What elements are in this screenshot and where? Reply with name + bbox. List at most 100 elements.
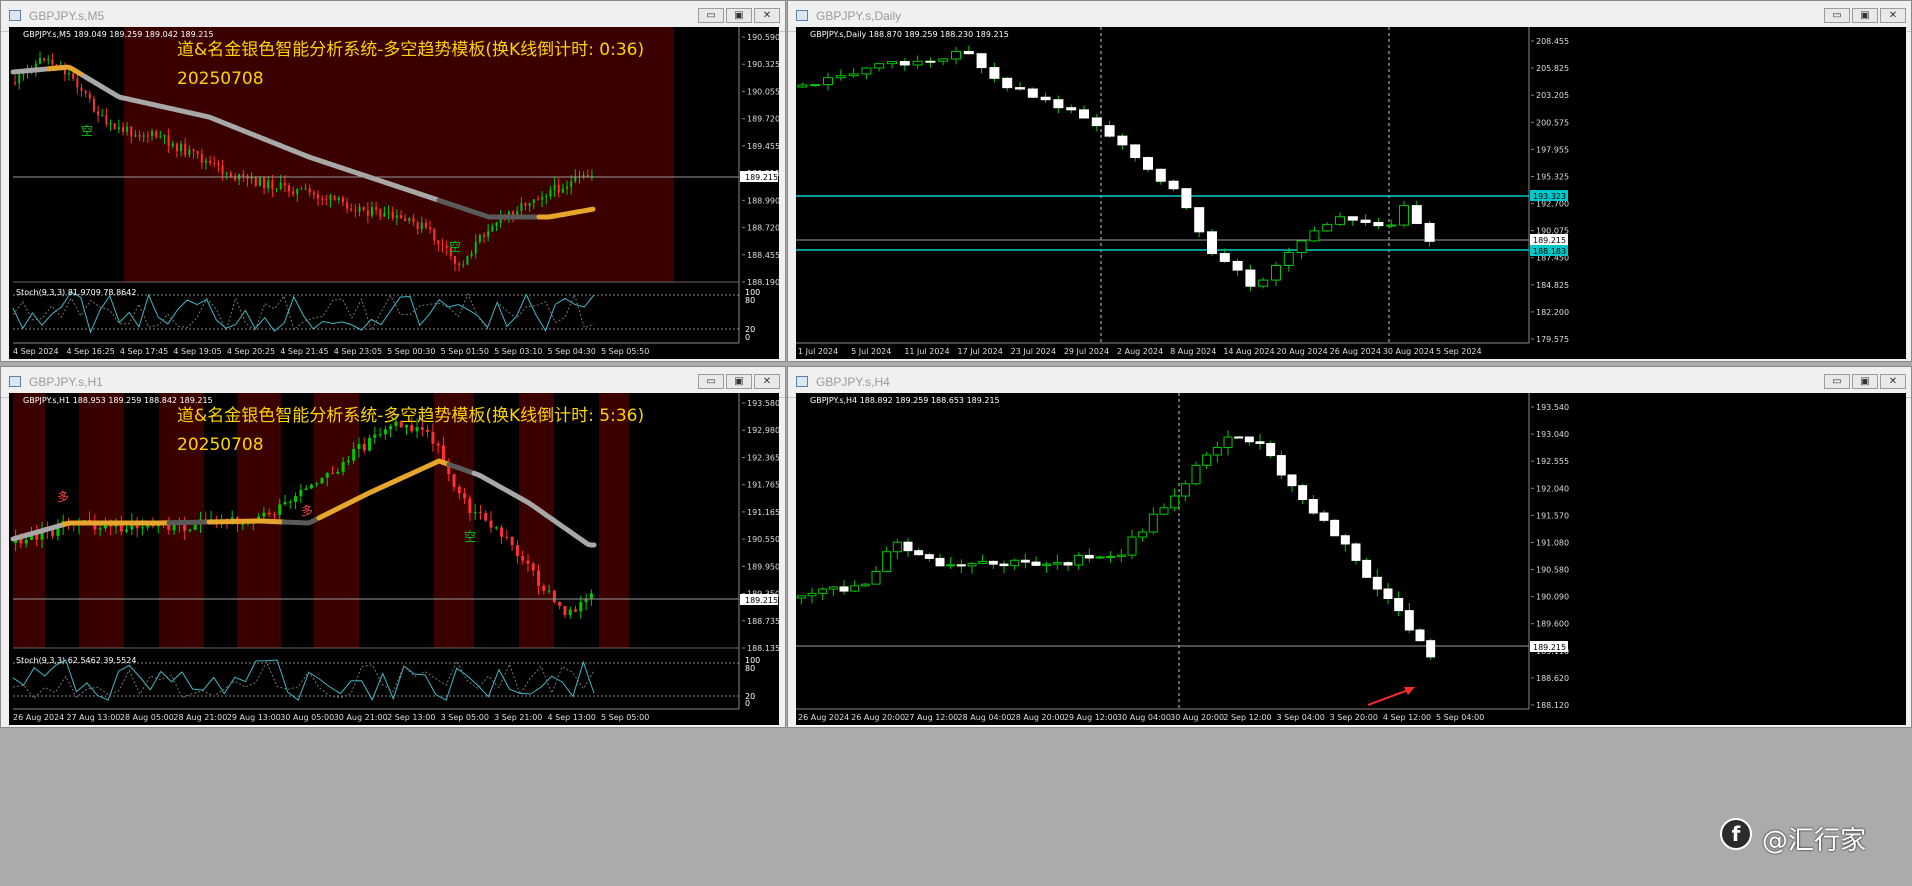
- price-tick-label: 188.190: [747, 278, 779, 287]
- candle-body: [346, 460, 350, 462]
- candle-body: [1232, 260, 1243, 271]
- candle-body: [1322, 223, 1333, 232]
- candle-body: [1258, 279, 1269, 287]
- candle-body: [1411, 205, 1422, 224]
- candle-body: [358, 206, 361, 212]
- close-button[interactable]: ✕: [1880, 8, 1906, 23]
- close-button[interactable]: ✕: [754, 374, 780, 389]
- candle-body: [72, 73, 75, 79]
- time-tick-label: 2 Sep 13:00: [387, 713, 435, 722]
- candle-body: [204, 160, 207, 163]
- current-price-label: 189.215: [1533, 643, 1566, 652]
- candle-body: [14, 82, 17, 84]
- restore-button[interactable]: ▣: [726, 8, 752, 23]
- candle-body: [84, 90, 87, 94]
- candle-body: [1053, 99, 1064, 109]
- candle-body: [312, 192, 315, 195]
- candle-body: [76, 78, 79, 88]
- candle-body: [1091, 117, 1102, 127]
- candle-body: [43, 57, 46, 60]
- candle-body: [549, 190, 552, 196]
- stoch-level-80-label: 80: [745, 664, 755, 673]
- candle-body: [167, 135, 170, 147]
- candle-body: [553, 184, 556, 191]
- candle-body: [1170, 495, 1180, 509]
- candle-body: [292, 191, 295, 195]
- red-arrow: [1367, 688, 1412, 706]
- candle-body: [452, 474, 456, 487]
- candle-body: [105, 114, 108, 125]
- time-tick-label: 28 Aug 04:00: [958, 713, 1012, 722]
- price-tick-label: 190.325: [747, 60, 779, 69]
- candle-body: [823, 77, 833, 86]
- candle-body: [329, 195, 332, 200]
- candle-body: [140, 527, 144, 529]
- candle-body: [254, 177, 257, 186]
- minimize-button[interactable]: ▭: [698, 8, 724, 23]
- chart-window-h4[interactable]: GBPJPY.s,H4 ▭ ▣ ✕ GBPJPY.s,H4 188.892 18…: [787, 366, 1912, 728]
- chart-plot-area[interactable]: GBPJPY.s,H4 188.892 189.259 188.653 189.…: [796, 393, 1906, 725]
- h4-chart-svg: GBPJPY.s,H4 188.892 189.259 188.653 189.…: [796, 393, 1569, 722]
- candle-body: [431, 431, 435, 444]
- time-tick-label: 4 Sep 2024: [13, 347, 59, 356]
- candle-body: [484, 513, 488, 521]
- chart-window-daily[interactable]: GBPJPY.s,Daily ▭ ▣ ✕ GBPJPY.s,Daily 188.…: [787, 0, 1912, 362]
- chart-plot-area[interactable]: GBPJPY.s,H1 188.953 189.259 188.842 189.…: [9, 393, 779, 725]
- candle-body: [1255, 441, 1265, 444]
- candle-body: [1191, 464, 1201, 485]
- chart-window-m5[interactable]: GBPJPY.s,M5 ▭ ▣ ✕ GBPJPY.s,M5 189.049 18…: [0, 0, 786, 362]
- candle-body: [415, 427, 419, 432]
- candle-body: [109, 123, 112, 125]
- candle-body: [1234, 436, 1244, 439]
- candle-body: [524, 203, 527, 206]
- price-tick-label: 188.620: [1536, 674, 1569, 683]
- candle-body: [279, 182, 282, 189]
- candle-body: [331, 472, 335, 474]
- candle-body: [1283, 251, 1294, 266]
- candle-body: [463, 493, 467, 499]
- minimize-button[interactable]: ▭: [698, 374, 724, 389]
- restore-button[interactable]: ▣: [1852, 8, 1878, 23]
- buy-marker: 多: [57, 490, 69, 504]
- chart-plot-area[interactable]: GBPJPY.s,M5 189.049 189.259 189.042 189.…: [9, 27, 779, 359]
- candle-body: [395, 215, 398, 218]
- restore-button[interactable]: ▣: [1852, 374, 1878, 389]
- candle-body: [92, 98, 95, 112]
- watermark: f @汇行家: [1720, 812, 1900, 856]
- candle-body: [333, 195, 336, 201]
- candle-body: [828, 586, 838, 590]
- candle-body: [1212, 447, 1222, 456]
- candle-body: [1181, 188, 1192, 209]
- price-tick-label: 190.090: [1536, 593, 1569, 602]
- candle-body: [416, 222, 419, 230]
- candle-body: [1095, 556, 1105, 559]
- candle-body: [184, 143, 187, 156]
- session-band: [124, 27, 674, 282]
- candle-body: [241, 523, 245, 525]
- candle-body: [462, 264, 465, 266]
- candle-body: [262, 512, 266, 517]
- candle-body: [1360, 219, 1371, 223]
- candle-body: [1335, 216, 1345, 225]
- candle-body: [839, 586, 849, 592]
- minimize-button[interactable]: ▭: [1824, 374, 1850, 389]
- close-button[interactable]: ✕: [754, 8, 780, 23]
- price-tick-label: 190.580: [1536, 566, 1569, 575]
- chart-plot-area[interactable]: GBPJPY.s,Daily 188.870 189.259 188.230 1…: [796, 27, 1906, 359]
- candle-body: [429, 227, 432, 230]
- candle-body: [478, 512, 482, 514]
- chart-window-h1[interactable]: GBPJPY.s,H1 ▭ ▣ ✕ GBPJPY.s,H1 188.953 18…: [0, 366, 786, 728]
- candle-body: [1138, 531, 1148, 538]
- candle-body: [924, 554, 934, 559]
- candle-body: [1052, 562, 1062, 565]
- candle-body: [835, 75, 846, 79]
- overlay-date: 20250708: [177, 435, 264, 455]
- candle-body: [887, 61, 897, 65]
- candle-body: [468, 498, 472, 513]
- m5-chart-svg: GBPJPY.s,M5 189.049 189.259 189.042 189.…: [10, 27, 779, 356]
- candle-body: [1415, 629, 1425, 642]
- candle-body: [899, 61, 910, 66]
- restore-button[interactable]: ▣: [726, 374, 752, 389]
- close-button[interactable]: ✕: [1880, 374, 1906, 389]
- minimize-button[interactable]: ▭: [1824, 8, 1850, 23]
